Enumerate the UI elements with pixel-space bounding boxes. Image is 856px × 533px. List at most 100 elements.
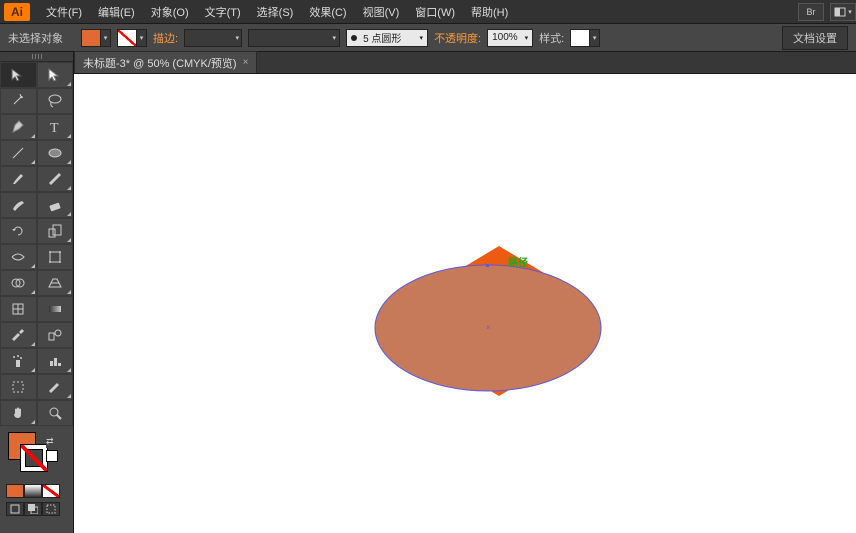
fill-dropdown[interactable]: ▾ [101, 29, 111, 47]
gradient-tool[interactable] [37, 296, 74, 322]
menu-window[interactable]: 窗口(W) [407, 0, 463, 24]
graph-tool[interactable] [37, 348, 74, 374]
ellipse-shape[interactable]: × [374, 264, 602, 392]
scale-tool[interactable] [37, 218, 74, 244]
lasso-icon [47, 93, 63, 109]
document-setup-button[interactable]: 文档设置 [782, 26, 848, 50]
opacity-input[interactable]: 100% ▾ [487, 29, 533, 47]
fill-swatch[interactable] [81, 29, 101, 47]
draw-normal-icon [10, 504, 20, 514]
stroke-weight-input[interactable]: ▾ [184, 29, 242, 47]
screen-mode-row [0, 500, 73, 518]
svg-text:T: T [50, 121, 59, 135]
menu-file[interactable]: 文件(F) [38, 0, 90, 24]
panel-grip[interactable] [0, 52, 73, 62]
blend-icon [47, 327, 63, 343]
color-mode-solid[interactable] [6, 484, 24, 498]
draw-behind-icon [28, 504, 38, 514]
shapebuilder-icon [10, 275, 26, 291]
color-mode-none[interactable] [42, 484, 60, 498]
draw-normal[interactable] [6, 502, 24, 516]
free-transform-tool[interactable] [37, 244, 74, 270]
line-icon [10, 145, 26, 161]
rotate-tool[interactable] [0, 218, 37, 244]
menu-edit[interactable]: 编辑(E) [90, 0, 143, 24]
draw-inside[interactable] [42, 502, 60, 516]
zoom-tool[interactable] [37, 400, 74, 426]
blob-icon [10, 197, 26, 213]
mesh-icon [10, 301, 26, 317]
color-picker[interactable]: ⇄ [0, 426, 73, 482]
symbol-sprayer-tool[interactable] [0, 348, 37, 374]
path-label: 路径 [508, 254, 528, 269]
stroke-label[interactable]: 描边: [153, 30, 178, 46]
color-mode-gradient[interactable] [24, 484, 42, 498]
menu-help[interactable]: 帮助(H) [463, 0, 516, 24]
stroke-dropdown[interactable]: ▾ [137, 29, 147, 47]
gradient-icon [47, 301, 63, 317]
blend-tool[interactable] [37, 322, 74, 348]
line-tool[interactable] [0, 140, 37, 166]
magic-wand-tool[interactable] [0, 88, 37, 114]
style-swatch[interactable] [570, 29, 590, 47]
brush-preset-dropdown[interactable]: 5 点圆形 ▾ [346, 29, 428, 47]
zoom-icon [47, 405, 63, 421]
document-tab[interactable]: 未标题-3* @ 50% (CMYK/预览) × [74, 51, 257, 73]
document-tab-bar: 未标题-3* @ 50% (CMYK/预览) × [74, 52, 856, 74]
pencil-icon [47, 171, 63, 187]
rotate-icon [10, 223, 26, 239]
direct-selection-tool[interactable] [37, 62, 74, 88]
blob-brush-tool[interactable] [0, 192, 37, 218]
mesh-tool[interactable] [0, 296, 37, 322]
stroke-profile-dropdown[interactable]: ▾ [248, 29, 340, 47]
bridge-button[interactable]: Br [798, 3, 824, 21]
artboard-icon [10, 379, 26, 395]
menu-object[interactable]: 对象(O) [143, 0, 197, 24]
stroke-color-swatch[interactable] [20, 444, 48, 472]
chevron-down-icon: ▾ [848, 8, 852, 16]
tool-panel: T ⇄ [0, 52, 74, 533]
eyedropper-tool[interactable] [0, 322, 37, 348]
svg-text:×: × [486, 323, 491, 332]
slice-tool[interactable] [37, 374, 74, 400]
hand-tool[interactable] [0, 400, 37, 426]
close-icon[interactable]: × [243, 57, 249, 68]
width-icon [10, 249, 26, 265]
canvas[interactable]: × 路径 [74, 74, 856, 533]
swap-default-buttons: ⇄ [46, 436, 58, 462]
chevron-down-icon: ▾ [333, 34, 337, 42]
perspective-tool[interactable] [37, 270, 74, 296]
shape-builder-tool[interactable] [0, 270, 37, 296]
slice-icon [47, 379, 63, 395]
opacity-label[interactable]: 不透明度: [434, 30, 481, 46]
ellipse-tool[interactable] [37, 140, 74, 166]
paintbrush-tool[interactable] [0, 166, 37, 192]
cursor-icon [10, 67, 26, 83]
pen-tool[interactable] [0, 114, 37, 140]
artboard-tool[interactable] [0, 374, 37, 400]
color-mode-row [0, 482, 73, 500]
eraser-tool[interactable] [37, 192, 74, 218]
type-tool[interactable]: T [37, 114, 74, 140]
menu-effect[interactable]: 效果(C) [301, 0, 354, 24]
style-dropdown[interactable]: ▾ [590, 29, 600, 47]
width-tool[interactable] [0, 244, 37, 270]
chevron-down-icon: ▾ [420, 34, 424, 42]
ellipse-icon [47, 145, 63, 161]
default-colors-icon[interactable] [46, 450, 58, 462]
chevron-down-icon: ▾ [525, 34, 529, 42]
scale-icon [47, 223, 63, 239]
menu-select[interactable]: 选择(S) [249, 0, 302, 24]
tool-grid: T [0, 62, 73, 426]
menu-view[interactable]: 视图(V) [355, 0, 408, 24]
pencil-tool[interactable] [37, 166, 74, 192]
arrange-button[interactable]: ▾ [830, 3, 856, 21]
swap-colors-icon[interactable]: ⇄ [46, 436, 58, 448]
draw-behind[interactable] [24, 502, 42, 516]
menu-type[interactable]: 文字(T) [197, 0, 249, 24]
eraser-icon [47, 197, 63, 213]
selection-tool[interactable] [0, 62, 37, 88]
selection-status: 未选择对象 [8, 30, 63, 46]
stroke-swatch[interactable] [117, 29, 137, 47]
lasso-tool[interactable] [37, 88, 74, 114]
